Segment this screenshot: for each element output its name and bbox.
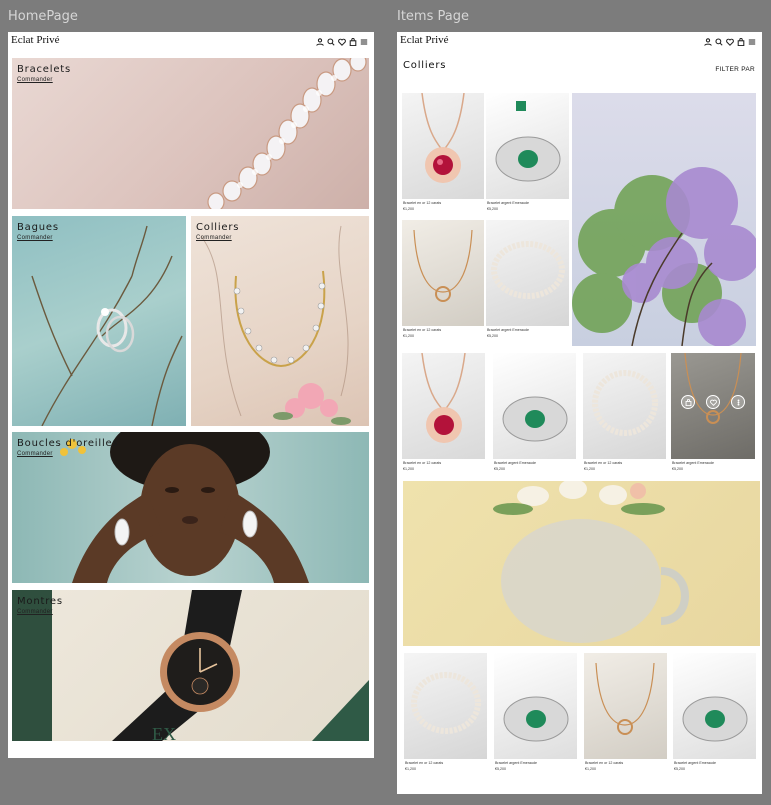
- product-image: [673, 653, 756, 759]
- items-page-frame: Eclat Privé Colliers FILTER PAR Bracelet…: [397, 32, 762, 794]
- product-image: [402, 220, 484, 326]
- product-card[interactable]: Bracelet en or 12 carats €1,200: [583, 353, 666, 473]
- product-image: [493, 353, 576, 459]
- earrings-model-image: [60, 432, 309, 583]
- product-name: Bracelet en or 12 carats: [403, 328, 442, 332]
- user-icon[interactable]: [704, 38, 712, 46]
- lifestyle-image-jacaranda: [572, 93, 756, 346]
- product-image: [486, 220, 569, 326]
- category-tile-bracelets[interactable]: Bracelets Commander: [12, 58, 369, 209]
- product-card[interactable]: Bracelet en or 12 carats €1,200: [402, 220, 484, 340]
- category-label-bagues: Bagues: [17, 222, 59, 233]
- user-icon[interactable]: [316, 38, 324, 46]
- ring-image: [31, 225, 183, 426]
- product-name: Bracelet en or 12 carats: [405, 761, 444, 765]
- homepage-frame-label: HomePage: [8, 9, 78, 24]
- product-card[interactable]: Bracelet argent Emeraude €5,200: [673, 653, 756, 773]
- product-card-hovered[interactable]: Bracelet argent Emeraude €5,200: [671, 353, 755, 473]
- menu-icon[interactable]: [360, 38, 368, 46]
- product-name: Bracelet en or 12 carats: [584, 461, 623, 465]
- category-tile-montres[interactable]: EX Montres Commander: [12, 590, 369, 741]
- product-card[interactable]: Bracelet en or 12 carats €1,200: [584, 653, 667, 773]
- product-price: €5,200: [672, 467, 683, 471]
- category-label-boucles-doreilles: Boucles d'oreilles: [17, 438, 119, 449]
- product-name: Bracelet argent Emeraude: [487, 201, 529, 205]
- items-page-frame-label: Items Page: [397, 9, 469, 24]
- product-name: Bracelet argent Emeraude: [495, 761, 537, 765]
- category-label-montres: Montres: [17, 596, 63, 607]
- product-price: €1,200: [403, 467, 414, 471]
- product-card[interactable]: Bracelet argent Emeraude €5,200: [486, 220, 569, 340]
- commander-link-montres[interactable]: Commander: [17, 609, 53, 615]
- product-image: [486, 93, 569, 199]
- commander-link-bracelets[interactable]: Commander: [17, 77, 53, 83]
- product-card[interactable]: Bracelet en or 12 carats €1,200: [402, 93, 484, 213]
- bag-icon[interactable]: [349, 38, 357, 46]
- commander-link-colliers[interactable]: Commander: [196, 235, 232, 241]
- add-to-bag-button[interactable]: [681, 395, 695, 409]
- commander-link-boucles-doreilles[interactable]: Commander: [17, 451, 53, 457]
- product-name: Bracelet en or 12 carats: [585, 761, 624, 765]
- product-price: €1,200: [403, 334, 414, 338]
- product-card[interactable]: Bracelet en or 12 carats €1,200: [404, 653, 487, 773]
- svg-text:EX: EX: [152, 724, 176, 741]
- category-label-bracelets: Bracelets: [17, 64, 72, 75]
- product-price: €5,200: [674, 767, 685, 771]
- product-name: Bracelet argent Emeraude: [494, 461, 536, 465]
- product-price: €5,200: [495, 767, 506, 771]
- product-image: [494, 653, 577, 759]
- product-price: €1,200: [584, 467, 595, 471]
- product-price: €5,200: [487, 334, 498, 338]
- category-tile-bagues[interactable]: Bagues Commander: [12, 216, 186, 426]
- header-nav: [316, 38, 368, 46]
- product-name: Bracelet argent Emeraude: [674, 761, 716, 765]
- filter-button[interactable]: FILTER PAR: [715, 66, 755, 73]
- product-card[interactable]: Bracelet argent Emeraude €5,200: [494, 653, 577, 773]
- product-price: €1,200: [405, 767, 416, 771]
- category-label-colliers: Colliers: [196, 222, 240, 233]
- product-card[interactable]: Bracelet en or 12 carats €1,200: [402, 353, 485, 473]
- product-image: [402, 353, 485, 459]
- product-image: [583, 353, 666, 459]
- necklace-image: [200, 225, 351, 425]
- product-card[interactable]: Bracelet argent Emeraude €5,200: [493, 353, 576, 473]
- product-name: Bracelet en or 12 carats: [403, 201, 442, 205]
- heart-icon[interactable]: [338, 38, 346, 46]
- lifestyle-image-vase: [403, 481, 760, 646]
- bracelet-image: [207, 58, 367, 209]
- product-image: [402, 93, 484, 199]
- product-name: Bracelet argent Emeraude: [672, 461, 714, 465]
- product-price: €5,200: [487, 207, 498, 211]
- menu-icon[interactable]: [748, 38, 756, 46]
- category-tile-colliers[interactable]: Colliers Commander: [191, 216, 369, 426]
- more-options-button[interactable]: [731, 395, 745, 409]
- search-icon[interactable]: [715, 38, 723, 46]
- page-title: Colliers: [403, 60, 447, 71]
- homepage-frame: Eclat Privé Bracelets Commander Bagues C…: [8, 32, 374, 758]
- heart-icon[interactable]: [726, 38, 734, 46]
- header-nav: [704, 38, 756, 46]
- brand-logo[interactable]: Eclat Privé: [400, 34, 449, 46]
- product-name: Bracelet argent Emeraude: [487, 328, 529, 332]
- product-card[interactable]: Bracelet argent Emeraude €5,200: [486, 93, 569, 213]
- commander-link-bagues[interactable]: Commander: [17, 235, 53, 241]
- add-to-wishlist-button[interactable]: [706, 395, 720, 409]
- watch-image: EX: [12, 590, 369, 741]
- product-price: €5,200: [494, 467, 505, 471]
- search-icon[interactable]: [327, 38, 335, 46]
- category-tile-boucles-doreilles[interactable]: Boucles d'oreilles Commander: [12, 432, 369, 583]
- product-image: [404, 653, 487, 759]
- bag-icon[interactable]: [737, 38, 745, 46]
- product-price: €1,200: [403, 207, 414, 211]
- product-price: €1,200: [585, 767, 596, 771]
- brand-logo[interactable]: Eclat Privé: [11, 34, 60, 46]
- product-image: [584, 653, 667, 759]
- product-name: Bracelet en or 12 carats: [403, 461, 442, 465]
